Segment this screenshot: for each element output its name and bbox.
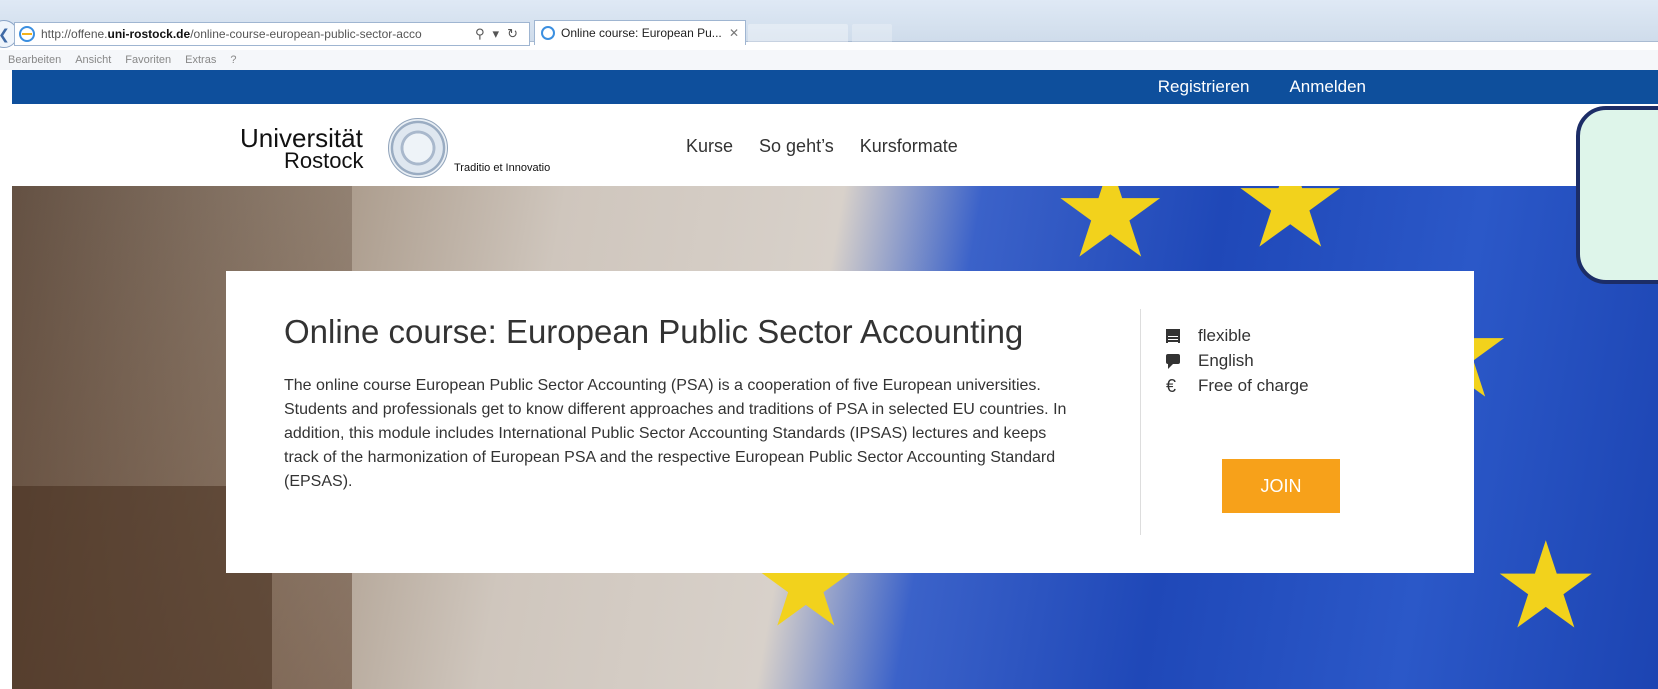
site-header: Universität Rostock Traditio et Innovati… xyxy=(12,104,1658,186)
euro-icon: € xyxy=(1166,375,1177,396)
flag-star-icon: ★ xyxy=(1052,186,1169,284)
fact-duration-text: flexible xyxy=(1198,325,1251,345)
flag-star-icon: ★ xyxy=(1232,186,1349,274)
join-button[interactable]: JOIN xyxy=(1222,459,1340,513)
new-tab-button[interactable] xyxy=(852,24,892,44)
menu-help[interactable]: ? xyxy=(230,54,236,66)
calendar-icon xyxy=(1166,328,1180,343)
browser-menubar: Bearbeiten Ansicht Favoriten Extras ? xyxy=(0,50,1658,70)
search-icon[interactable]: ⚲ xyxy=(475,26,485,42)
fact-language-text: English xyxy=(1198,350,1254,370)
browser-chrome: ❮ http://offene.uni-rostock.de/online-co… xyxy=(0,0,1658,48)
menu-favoriten[interactable]: Favoriten xyxy=(125,54,171,66)
login-link[interactable]: Anmelden xyxy=(1289,77,1366,97)
nav-item-kurse[interactable]: Kurse xyxy=(686,136,733,157)
course-card: Online course: European Public Sector Ac… xyxy=(226,271,1474,573)
refresh-icon[interactable]: ↻ xyxy=(507,26,518,42)
menu-extras[interactable]: Extras xyxy=(185,54,216,66)
url-text[interactable]: http://offene.uni-rostock.de/online-cour… xyxy=(41,27,471,41)
site-topbar: Registrieren Anmelden xyxy=(12,70,1658,104)
dropdown-arrow-icon[interactable]: ▾ xyxy=(493,26,500,42)
browser-tab-active[interactable]: Online course: European Pu... ✕ xyxy=(534,20,746,45)
flag-star-icon: ★ xyxy=(1492,519,1600,653)
fact-language: English xyxy=(1166,348,1309,373)
card-divider xyxy=(1140,309,1141,535)
menu-ansicht[interactable]: Ansicht xyxy=(75,54,111,66)
nav-item-kursformate[interactable]: Kursformate xyxy=(860,136,958,157)
fact-price: € Free of charge xyxy=(1166,373,1309,398)
fact-duration: flexible xyxy=(1166,323,1309,348)
close-tab-icon[interactable]: ✕ xyxy=(729,26,739,40)
fact-price-text: Free of charge xyxy=(1198,375,1309,395)
university-seal-icon xyxy=(388,118,448,178)
logo-motto: Traditio et Innovatio xyxy=(454,162,551,174)
logo-text-rostock: Rostock xyxy=(284,148,364,173)
browser-tab-inactive[interactable] xyxy=(748,24,848,44)
course-title: Online course: European Public Sector Ac… xyxy=(284,313,1024,350)
course-facts: flexible English € Free of charge xyxy=(1166,323,1309,398)
register-link[interactable]: Registrieren xyxy=(1158,77,1250,97)
speech-bubble-icon xyxy=(1166,354,1180,369)
logo-text-universitaet: Universität xyxy=(240,123,363,153)
ie-logo-icon xyxy=(19,26,35,42)
course-description: The online course European Public Sector… xyxy=(284,377,1067,490)
speech-callout-overlay xyxy=(1576,106,1658,284)
tab-title: Online course: European Pu... xyxy=(561,26,722,40)
ie-logo-icon xyxy=(541,26,555,40)
address-bar[interactable]: http://offene.uni-rostock.de/online-cour… xyxy=(14,22,530,46)
university-logo[interactable]: Universität Rostock Traditio et Innovati… xyxy=(240,118,560,184)
main-nav: Kurse So geht’s Kursformate xyxy=(686,136,958,157)
menu-bearbeiten[interactable]: Bearbeiten xyxy=(8,54,61,66)
nav-item-so-gehts[interactable]: So geht’s xyxy=(759,136,834,157)
